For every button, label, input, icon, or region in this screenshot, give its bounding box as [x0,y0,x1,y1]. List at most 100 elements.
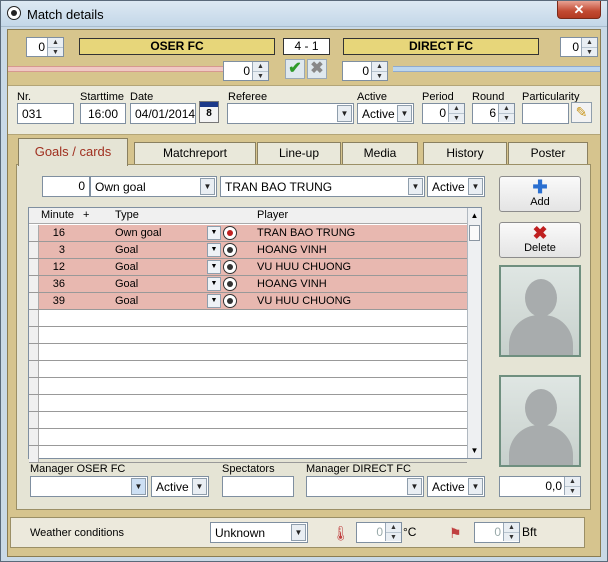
row-selector[interactable] [29,412,39,428]
table-row[interactable] [29,378,467,395]
tab-goals-cards[interactable]: Goals / cards [18,138,128,166]
tab-media[interactable]: Media [342,142,418,164]
down-arrow-icon[interactable]: ▼ [386,532,401,541]
table-row[interactable] [29,429,467,446]
delete-button[interactable]: ✖ Delete [499,222,581,258]
table-row[interactable] [29,395,467,412]
particularity-field[interactable] [522,103,569,124]
row-selector[interactable] [29,293,39,309]
chevron-down-icon[interactable]: ▼ [207,243,221,257]
up-arrow-icon[interactable]: ▲ [499,104,514,113]
table-row[interactable] [29,327,467,344]
table-row[interactable] [29,412,467,429]
referee-select[interactable]: ▼ [227,103,354,124]
add-button[interactable]: ✚ Add [499,176,581,212]
stepper-arrows[interactable]: ▲ ▼ [581,38,597,56]
down-arrow-icon[interactable]: ▼ [582,47,597,56]
scroll-down-icon[interactable]: ▼ [468,443,481,458]
chevron-down-icon[interactable]: ▼ [407,478,422,495]
nr-field[interactable]: 031 [17,103,74,124]
active-select[interactable]: Active ▼ [357,103,414,124]
down-arrow-icon[interactable]: ▼ [449,113,464,122]
home-score-stepper[interactable]: 0 ▲ ▼ [26,37,64,57]
pencil-icon[interactable]: ✎ [571,102,592,123]
table-row[interactable]: 12 Goal ▼ VU HUU CHUONG [29,259,467,276]
row-selector[interactable] [29,344,39,360]
tab-line-up[interactable]: Line-up [257,142,341,164]
row-selector[interactable] [29,378,39,394]
stepper-arrows[interactable]: ▲ ▼ [448,104,464,122]
stepper-arrows[interactable]: ▲ ▼ [252,62,268,80]
up-arrow-icon[interactable]: ▲ [372,62,387,71]
chevron-down-icon[interactable]: ▼ [468,478,483,495]
goal-status-select[interactable]: Active ▼ [427,176,485,197]
temperature-stepper[interactable]: 0 ▲ ▼ [356,522,402,543]
table-row[interactable] [29,310,467,327]
player-header[interactable]: Player [257,209,288,221]
title-bar[interactable]: Match details ✕ [1,1,607,27]
up-arrow-icon[interactable]: ▲ [582,38,597,47]
table-row[interactable] [29,344,467,361]
row-selector[interactable] [29,259,39,275]
up-arrow-icon[interactable]: ▲ [449,104,464,113]
chevron-down-icon[interactable]: ▼ [207,260,221,274]
chevron-down-icon[interactable]: ▼ [207,277,221,291]
starttime-field[interactable]: 16:00 [80,103,126,124]
away-halftime-stepper[interactable]: 0 ▲ ▼ [342,61,388,81]
chevron-down-icon[interactable]: ▼ [337,105,352,122]
stepper-arrows[interactable]: ▲ ▼ [503,523,519,541]
row-selector[interactable] [29,310,39,326]
up-arrow-icon[interactable]: ▲ [48,38,63,47]
row-selector[interactable] [29,225,39,241]
home-halftime-stepper[interactable]: 0 ▲ ▼ [223,61,269,81]
away-manager-select[interactable]: ▼ [306,476,424,497]
stepper-arrows[interactable]: ▲ ▼ [385,523,401,541]
tab-history[interactable]: History [423,142,507,164]
minute-header[interactable]: Minute [41,209,74,221]
table-row[interactable]: 36 Goal ▼ HOANG VINH [29,276,467,293]
down-arrow-icon[interactable]: ▼ [565,486,580,495]
row-selector[interactable] [29,361,39,377]
weather-select[interactable]: Unknown ▼ [210,522,308,543]
row-selector[interactable] [29,446,39,462]
table-row[interactable] [29,361,467,378]
calendar-icon[interactable]: 8 [199,101,219,123]
chevron-down-icon[interactable]: ▼ [397,105,412,122]
home-manager-select[interactable]: ▼ [30,476,148,497]
row-selector[interactable] [29,276,39,292]
plus-header[interactable]: + [83,209,89,221]
row-selector[interactable] [29,242,39,258]
period-stepper[interactable]: 0 ▲ ▼ [422,103,465,124]
chevron-down-icon[interactable]: ▼ [200,178,215,195]
tab-matchreport[interactable]: Matchreport [134,142,256,164]
away-score-stepper[interactable]: 0 ▲ ▼ [560,37,598,57]
table-row[interactable]: 16 Own goal ▼ TRAN BAO TRUNG [29,225,467,242]
goal-type-select[interactable]: Own goal ▼ [90,176,217,197]
up-arrow-icon[interactable]: ▲ [386,523,401,532]
row-selector[interactable] [29,395,39,411]
chevron-down-icon[interactable]: ▼ [207,226,221,240]
down-arrow-icon[interactable]: ▼ [372,71,387,80]
date-field[interactable]: 04/01/2014 [130,103,196,124]
down-arrow-icon[interactable]: ▼ [253,71,268,80]
scroll-up-icon[interactable]: ▲ [468,208,481,223]
goal-player-select[interactable]: TRAN BAO TRUNG ▼ [220,176,425,197]
tab-poster[interactable]: Poster [508,142,588,164]
grid-scrollbar[interactable]: ▲ ▼ [467,208,481,458]
down-arrow-icon[interactable]: ▼ [48,47,63,56]
home-manager-status-select[interactable]: Active ▼ [151,476,209,497]
away-manager-status-select[interactable]: Active ▼ [427,476,485,497]
type-header[interactable]: Type [115,209,139,221]
table-row[interactable]: 3 Goal ▼ HOANG VINH [29,242,467,259]
up-arrow-icon[interactable]: ▲ [504,523,519,532]
up-arrow-icon[interactable]: ▲ [253,62,268,71]
up-arrow-icon[interactable]: ▲ [565,477,580,486]
table-row[interactable] [29,446,467,463]
stepper-arrows[interactable]: ▲ ▼ [47,38,63,56]
chevron-down-icon[interactable]: ▼ [207,294,221,308]
chevron-down-icon[interactable]: ▼ [192,478,207,495]
wind-stepper[interactable]: 0 ▲ ▼ [474,522,520,543]
round-stepper[interactable]: 6 ▲ ▼ [472,103,515,124]
table-row[interactable]: 39 Goal ▼ VU HUU CHUONG [29,293,467,310]
cancel-x-icon[interactable]: ✖ [307,59,327,79]
